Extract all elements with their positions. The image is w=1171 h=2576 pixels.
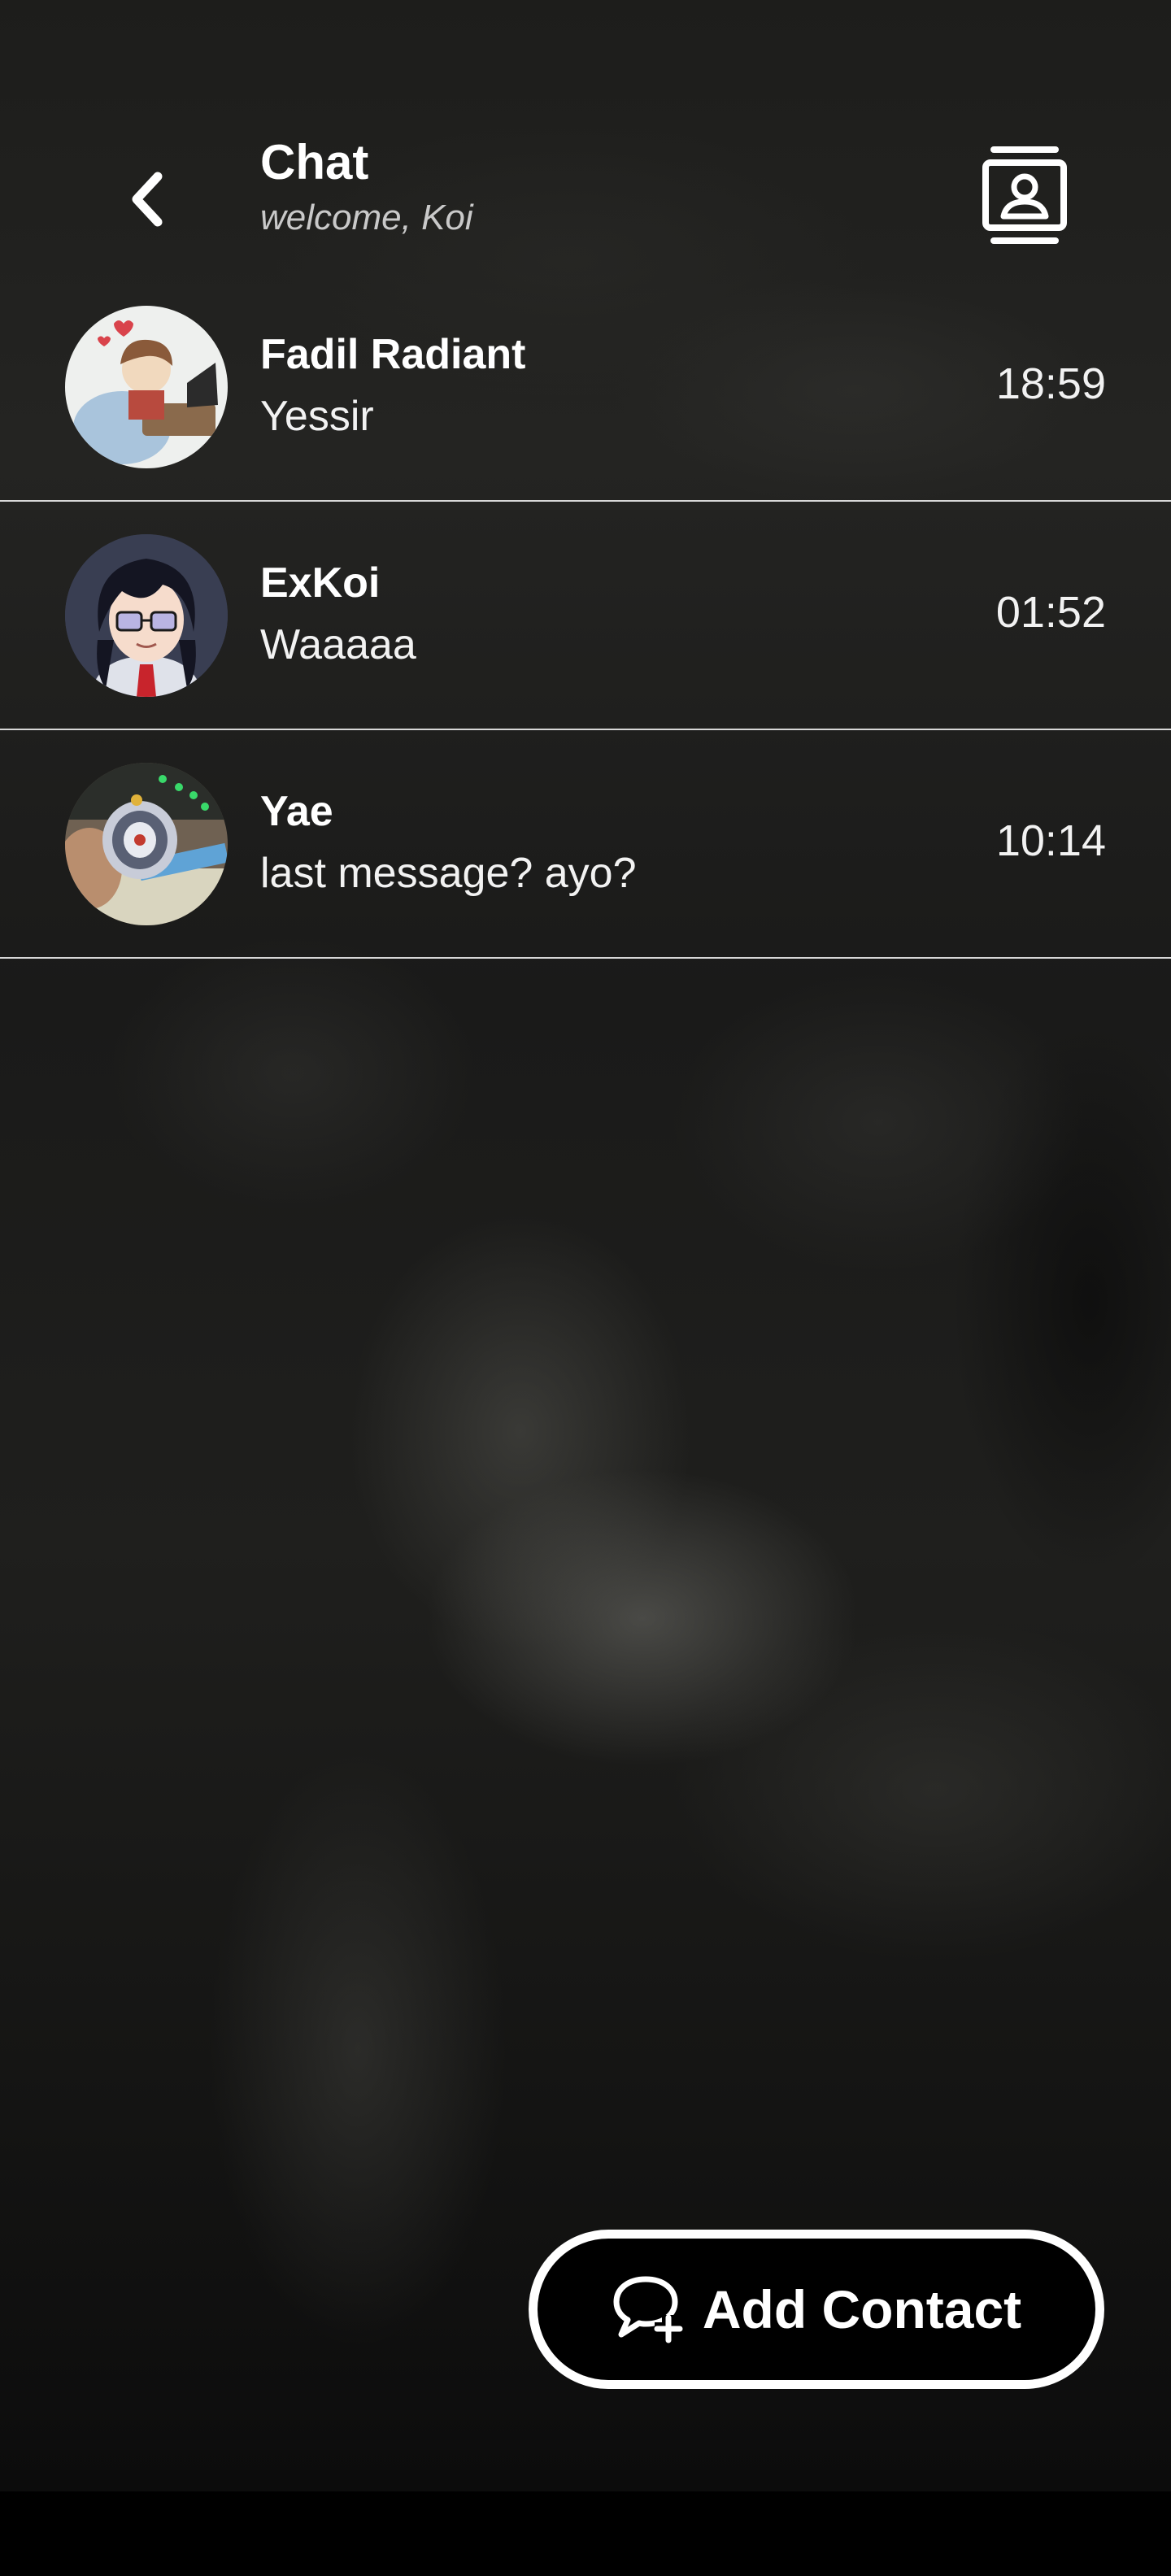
message-time: 01:52 <box>995 588 1106 637</box>
contact-name: Yae <box>260 788 333 835</box>
title-block: Chat welcome, Koi <box>260 130 473 242</box>
chat-list: Fadil Radiant Yessir 18:59 ExKoi Waaaaa … <box>0 273 1171 959</box>
header: Chat welcome, Koi <box>0 130 1171 260</box>
avatar <box>65 763 228 925</box>
contact-name: ExKoi <box>260 559 381 607</box>
message-time: 18:59 <box>995 359 1106 408</box>
avatar <box>65 306 228 468</box>
page-subtitle: welcome, Koi <box>260 198 473 237</box>
chevron-left-icon <box>132 172 163 227</box>
add-contact-button[interactable]: Add Contact <box>529 2230 1104 2389</box>
last-message: last message? ayo? <box>260 850 637 897</box>
chat-row-exkoi[interactable]: ExKoi Waaaaa 01:52 <box>0 502 1171 730</box>
chat-row-fadil-radiant[interactable]: Fadil Radiant Yessir 18:59 <box>0 273 1171 502</box>
back-button[interactable] <box>106 159 187 240</box>
last-message: Yessir <box>260 393 374 440</box>
add-contact-label: Add Contact <box>702 2279 1022 2339</box>
avatar <box>65 534 228 697</box>
chat-add-icon <box>612 2273 685 2346</box>
last-message: Waaaaa <box>260 621 416 668</box>
bottom-bar <box>0 2491 1171 2576</box>
chat-row-yae[interactable]: Yae last message? ayo? 10:14 <box>0 730 1171 959</box>
page-title: Chat <box>260 135 369 189</box>
message-time: 10:14 <box>995 816 1106 865</box>
contacts-button[interactable] <box>976 138 1073 252</box>
contact-card-icon <box>982 146 1067 244</box>
chat-screen: Chat welcome, Koi Fadil Radiant Yessir 1… <box>0 0 1171 2491</box>
contact-name: Fadil Radiant <box>260 331 526 378</box>
